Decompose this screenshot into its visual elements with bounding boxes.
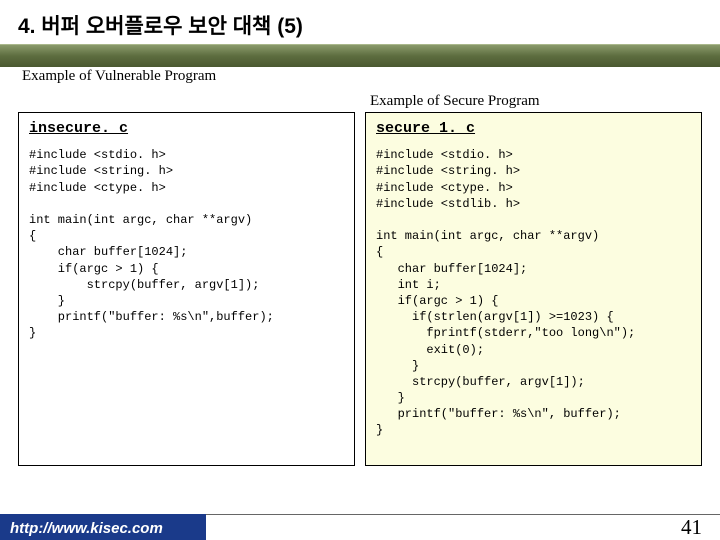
insecure-code: #include <stdio. h> #include <string. h>…	[29, 147, 344, 341]
secure-code: #include <stdio. h> #include <string. h>…	[376, 147, 691, 438]
insecure-code-box: insecure. c #include <stdio. h> #include…	[18, 112, 355, 466]
footer-url: http://www.kisec.com	[0, 514, 206, 540]
page-number: 41	[681, 515, 702, 540]
header-stripe	[0, 44, 720, 67]
vulnerable-label: Example of Vulnerable Program	[22, 68, 720, 85]
footer-right: 41	[206, 514, 720, 540]
code-boxes: insecure. c #include <stdio. h> #include…	[0, 112, 720, 466]
secure-code-box: secure 1. c #include <stdio. h> #include…	[365, 112, 702, 466]
insecure-filename: insecure. c	[29, 119, 344, 139]
footer: http://www.kisec.com 41	[0, 514, 720, 540]
slide-title: 4. 버퍼 오버플로우 보안 대책 (5)	[0, 0, 720, 40]
secure-filename: secure 1. c	[376, 119, 691, 139]
secure-label: Example of Secure Program	[370, 93, 720, 110]
